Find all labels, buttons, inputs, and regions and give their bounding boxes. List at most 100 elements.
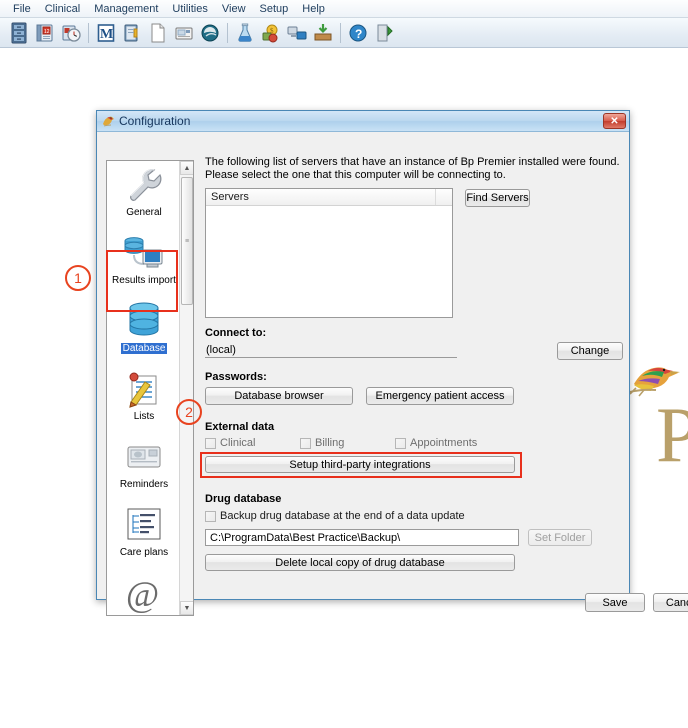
toolbar-separator (88, 22, 89, 43)
menu-management[interactable]: Management (87, 2, 165, 16)
checkbox-box-icon (300, 437, 311, 449)
sidebar-item-lists[interactable]: Lists (107, 365, 181, 433)
scrollbar-grip-icon: ≡ (184, 237, 190, 245)
sidebar-item-email[interactable]: @ E-mail (107, 569, 181, 616)
checkbox-box-icon (205, 510, 216, 522)
toolbar-separator (340, 22, 341, 43)
cancel-button[interactable]: Cancel (653, 593, 688, 612)
sidebar-scrollbar[interactable]: ▲ ≡ ▼ (179, 161, 193, 615)
settings-sidebar: General Results import Database Lists Re… (106, 160, 194, 616)
menu-utilities[interactable]: Utilities (165, 2, 214, 16)
pathology-flask-icon[interactable] (232, 20, 258, 46)
sidebar-item-label: Results import (112, 275, 176, 286)
checkbox-label: Backup drug database at the end of a dat… (220, 510, 465, 522)
import-inbox-icon[interactable] (310, 20, 336, 46)
new-document-icon[interactable] (145, 20, 171, 46)
intro-line-1: The following list of servers that have … (205, 156, 620, 168)
svg-text:M: M (100, 27, 113, 42)
passwords-label: Passwords: (205, 371, 267, 383)
servers-list[interactable]: Servers (205, 188, 453, 318)
checkbox-appointments[interactable]: Appointments (395, 437, 477, 449)
scroll-up-arrow-icon[interactable]: ▲ (180, 161, 193, 175)
dialog-body: General Results import Database Lists Re… (97, 132, 688, 616)
medicare-m-icon[interactable]: M (93, 20, 119, 46)
scrollbar-thumb[interactable]: ≡ (181, 177, 193, 305)
sidebar-item-label: Lists (133, 411, 155, 422)
wrench-icon (123, 164, 165, 206)
exit-door-icon[interactable] (371, 20, 397, 46)
database-settings-pane: The following list of servers that have … (200, 156, 688, 612)
app-root: File Clinical Management Utilities View … (0, 0, 688, 728)
menu-setup[interactable]: Setup (253, 2, 296, 16)
menu-help[interactable]: Help (295, 2, 332, 16)
brand-watermark: P (622, 356, 688, 486)
close-icon[interactable]: ✕ (603, 113, 626, 129)
help-question-icon[interactable]: ? (345, 20, 371, 46)
emergency-patient-access-button[interactable]: Emergency patient access (366, 387, 514, 405)
drug-database-label: Drug database (205, 493, 282, 505)
intro-text: The following list of servers that have … (205, 156, 620, 182)
database-browser-button[interactable]: Database browser (205, 387, 353, 405)
finch-bird-icon (103, 116, 114, 126)
notepad-pencil-icon (122, 368, 166, 410)
application-toolbar: 12 M $ ? (0, 18, 688, 48)
toolbar-separator (227, 22, 228, 43)
external-data-label: External data (205, 421, 275, 433)
correspondence-icon[interactable] (171, 20, 197, 46)
sidebar-item-label: Care plans (119, 547, 169, 558)
care-plan-chart-icon (123, 504, 165, 546)
patient-record-icon[interactable] (119, 20, 145, 46)
svg-text:12: 12 (44, 29, 50, 35)
save-button[interactable]: Save (585, 593, 645, 612)
set-folder-button[interactable]: Set Folder (528, 529, 592, 546)
svg-text:?: ? (355, 27, 362, 41)
connect-to-input[interactable] (205, 342, 457, 358)
scroll-down-arrow-icon[interactable]: ▼ (180, 601, 193, 615)
menu-clinical[interactable]: Clinical (38, 2, 87, 16)
servers-list-header: Servers (206, 189, 452, 206)
external-data-checkbox-row: Clinical Billing Appointments (205, 437, 565, 449)
sidebar-item-label: E-mail (130, 615, 158, 616)
database-transfer-icon[interactable] (284, 20, 310, 46)
application-menu-bar: File Clinical Management Utilities View … (0, 0, 688, 18)
checkbox-box-icon (395, 437, 406, 449)
sidebar-item-label: General (126, 207, 162, 218)
sidebar-item-results-import[interactable]: Results import (107, 229, 181, 297)
sidebar-item-label: Reminders (119, 479, 169, 490)
delete-local-drug-database-button[interactable]: Delete local copy of drug database (205, 554, 515, 571)
dialog-title-bar[interactable]: Configuration ✕ (97, 111, 629, 132)
checkbox-box-icon (205, 437, 216, 449)
sidebar-item-general[interactable]: General (107, 161, 181, 229)
backup-path-input[interactable] (205, 529, 519, 546)
sidebar-item-reminders[interactable]: Reminders (107, 433, 181, 501)
svg-text:@: @ (126, 574, 159, 613)
checkbox-label: Appointments (410, 437, 478, 449)
dialog-title: Configuration (119, 114, 191, 128)
annotation-marker-2: 2 (176, 399, 202, 425)
appointment-book-icon[interactable]: 12 (32, 20, 58, 46)
connect-to-label: Connect to: (205, 327, 267, 339)
servers-column-spacer (436, 189, 452, 205)
sidebar-item-care-plans[interactable]: Care plans (107, 501, 181, 569)
best-practice-globe-icon[interactable] (197, 20, 223, 46)
menu-view[interactable]: View (215, 2, 253, 16)
servers-column-header: Servers (206, 189, 436, 205)
checkbox-clinical[interactable]: Clinical (205, 437, 300, 449)
finch-bird-logo (629, 367, 680, 397)
filing-cabinet-icon[interactable] (6, 20, 32, 46)
billing-money-icon[interactable]: $ (258, 20, 284, 46)
intro-line-2: Please select the one that this computer… (205, 169, 506, 181)
checkbox-billing[interactable]: Billing (300, 437, 395, 449)
checkbox-backup-drug-database[interactable]: Backup drug database at the end of a dat… (205, 510, 465, 522)
letter-card-icon (122, 436, 166, 478)
find-servers-button[interactable]: Find Servers (465, 189, 530, 207)
checkbox-label: Billing (315, 437, 345, 449)
database-to-computer-icon (121, 232, 167, 274)
sidebar-item-database[interactable]: Database (107, 297, 181, 365)
checkbox-label: Clinical (220, 437, 256, 449)
change-button[interactable]: Change (557, 342, 623, 360)
setup-third-party-integrations-button[interactable]: Setup third-party integrations (205, 456, 515, 473)
waiting-room-clock-icon[interactable] (58, 20, 84, 46)
menu-file[interactable]: File (6, 2, 38, 16)
sidebar-item-label: Database (120, 343, 168, 354)
